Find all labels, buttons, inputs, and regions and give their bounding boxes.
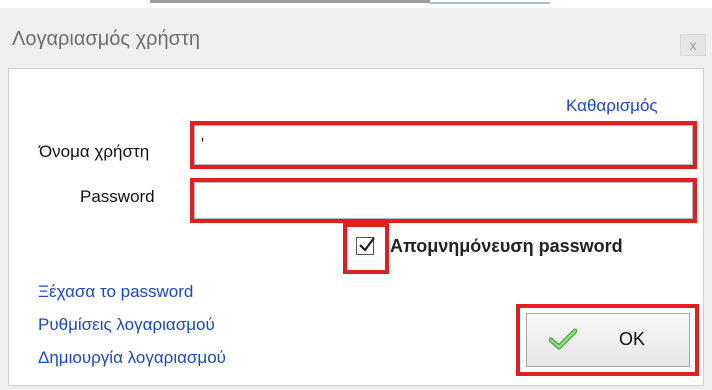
background-fragment [430,2,550,4]
username-field[interactable] [194,125,693,165]
close-button[interactable]: x [680,34,706,56]
create-account-link[interactable]: Δημιουργία λογαριασμού [38,348,226,368]
window-title: Λογαριασμός χρήστη [12,28,200,50]
ok-label: OK [619,329,646,349]
close-icon: x [689,37,697,53]
remember-label[interactable]: Απομνημόνευση password [390,236,623,257]
background-window-strip [0,0,712,8]
username-input[interactable] [201,130,686,160]
title-bar: Λογαριασμός χρήστη x [0,8,712,60]
account-settings-link[interactable]: Ρυθμίσεις λογαριασμού [38,315,215,335]
checkmark-icon [359,237,375,252]
checkmark-icon [549,328,577,350]
password-input[interactable] [201,187,686,214]
ok-button[interactable]: OK [526,313,690,367]
username-label: Όνομα χρήστη [39,142,150,161]
password-field[interactable] [194,182,693,219]
forgot-password-link[interactable]: Ξέχασα το password [38,282,193,302]
background-fragment [150,0,430,3]
clear-link[interactable]: Καθαρισμός [566,96,658,116]
password-label: Password [80,187,155,206]
remember-checkbox[interactable] [356,237,375,255]
